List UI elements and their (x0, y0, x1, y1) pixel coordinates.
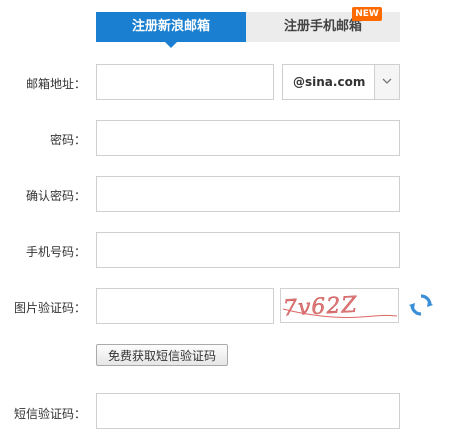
phone-number-field (96, 232, 400, 268)
captcha-graphic: 7v62Z (282, 292, 398, 322)
tab-register-phone-email-label: 注册手机邮箱 (283, 19, 362, 34)
password-label: 密码： (49, 133, 86, 147)
phone-number-label: 手机号码： (25, 245, 86, 259)
email-address-input[interactable] (97, 65, 273, 99)
confirm-password-field (96, 176, 400, 212)
confirm-password-label: 确认密码： (25, 189, 86, 203)
tab-register-sina-email[interactable]: 注册新浪邮箱 (96, 12, 246, 48)
tab-register-sina-email-label: 注册新浪邮箱 (131, 19, 210, 34)
captcha-image[interactable]: 7v62Z (280, 288, 399, 323)
image-captcha-label: 图片验证码： (13, 301, 86, 315)
password-field (96, 120, 400, 156)
domain-dropdown-button[interactable] (374, 65, 399, 99)
image-captcha-input[interactable] (97, 289, 273, 323)
email-domain-value: @sina.com (293, 75, 366, 89)
sms-code-input[interactable] (97, 394, 399, 428)
sms-code-field (96, 393, 400, 429)
get-sms-code-button[interactable]: 免费获取短信验证码 (96, 344, 228, 366)
image-captcha-field (96, 288, 274, 324)
chevron-down-icon (382, 78, 392, 84)
confirm-password-input[interactable] (97, 177, 399, 211)
new-badge: NEW (352, 7, 382, 21)
password-input[interactable] (97, 121, 399, 155)
sms-code-label: 短信验证码： (13, 407, 86, 421)
email-address-field (96, 64, 274, 100)
active-tab-pointer (164, 41, 178, 48)
email-address-label: 邮箱地址： (25, 77, 86, 91)
phone-number-input[interactable] (97, 233, 399, 267)
refresh-captcha-icon[interactable] (408, 292, 434, 318)
email-domain-select[interactable]: @sina.com (282, 64, 400, 100)
